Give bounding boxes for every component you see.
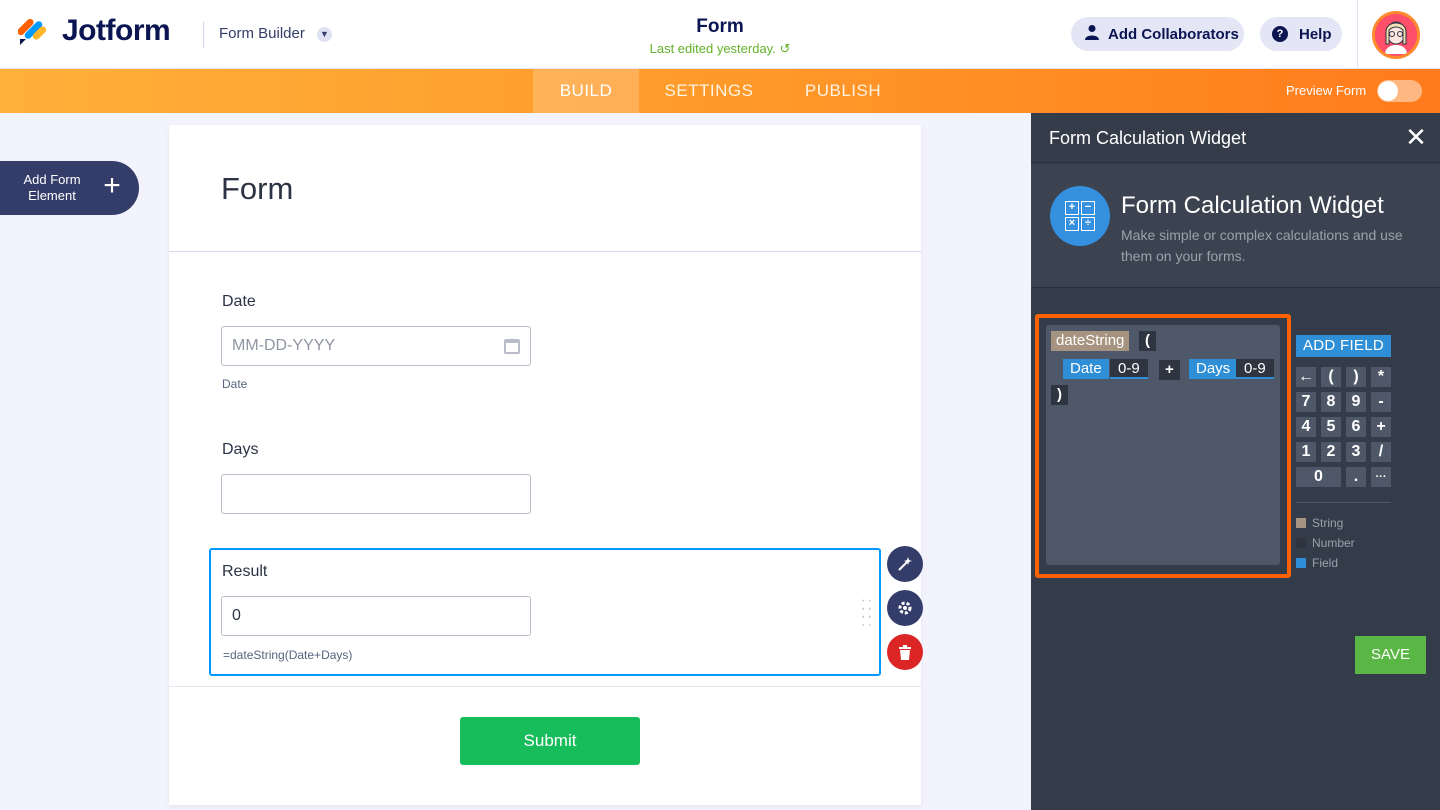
gear-icon[interactable] (887, 590, 923, 626)
key-open-paren[interactable]: ( (1321, 367, 1341, 387)
preview-form-label: Preview Form (1286, 83, 1367, 98)
legend-string: String (1296, 516, 1343, 530)
chevron-down-icon[interactable]: ▼ (317, 27, 332, 42)
legend-separator (1296, 502, 1391, 503)
key-5[interactable]: 5 (1321, 417, 1341, 437)
add-field-button[interactable]: ADD FIELD (1296, 335, 1391, 357)
revert-icon: ↺ (779, 41, 791, 56)
plus-icon: + (103, 169, 121, 202)
builder-nav-bar: BUILD SETTINGS PUBLISH (0, 69, 1440, 113)
calendar-icon[interactable] (504, 339, 520, 354)
key-backspace[interactable]: ← (1296, 367, 1316, 387)
key-1[interactable]: 1 (1296, 442, 1316, 462)
key-more[interactable]: ··· (1371, 467, 1391, 487)
form-heading[interactable]: Form (221, 171, 293, 207)
calculator-icon: + − × ÷ (1050, 186, 1110, 246)
add-collaborators-label: Add Collaborators (1108, 25, 1239, 43)
legend-swatch-field (1296, 558, 1306, 568)
form-builder-label[interactable]: Form Builder (219, 25, 305, 42)
formula-editor[interactable]: dateString ( Date 0-9 + Days 0-9 ) (1046, 325, 1280, 565)
trash-icon[interactable] (887, 634, 923, 670)
header-divider (203, 22, 204, 48)
open-paren-token[interactable]: ( (1139, 331, 1156, 351)
submit-separator (169, 686, 921, 687)
magic-wand-icon[interactable] (887, 546, 923, 582)
date-sublabel: Date (222, 377, 248, 391)
days-field-label[interactable]: Days (222, 441, 258, 459)
tab-build[interactable]: BUILD (533, 69, 639, 113)
preview-form-toggle[interactable] (1377, 80, 1422, 102)
legend-string-label: String (1312, 516, 1344, 530)
date-input[interactable]: MM-DD-YYYY (221, 326, 531, 366)
form-header-separator (169, 251, 921, 252)
drag-handle-icon[interactable]: ⁚⁚ ⁚⁚ ⁚⁚ (861, 598, 873, 628)
key-close-paren[interactable]: ) (1346, 367, 1366, 387)
legend-number: Number (1296, 536, 1355, 550)
key-9[interactable]: 9 (1346, 392, 1366, 412)
tab-settings[interactable]: SETTINGS (648, 69, 770, 113)
add-form-element-button[interactable]: Add Form Element + (0, 161, 139, 215)
help-button[interactable]: ? Help (1260, 17, 1342, 51)
add-collaborators-button[interactable]: Add Collaborators (1071, 17, 1244, 51)
result-formula-sublabel: =dateString(Date+Days) (223, 648, 353, 662)
save-button[interactable]: SAVE (1355, 636, 1426, 674)
user-icon (1085, 24, 1099, 44)
question-icon: ? (1272, 26, 1288, 42)
form-title[interactable]: Form (620, 16, 820, 38)
last-edited-text: Last edited yesterday. (649, 41, 776, 56)
header-divider-right (1357, 0, 1358, 69)
result-field-label[interactable]: Result (222, 563, 267, 581)
plus-operator-token[interactable]: + (1159, 360, 1180, 380)
key-2[interactable]: 2 (1321, 442, 1341, 462)
panel-header: Form Calculation Widget ✕ (1031, 113, 1440, 163)
result-input[interactable]: 0 (221, 596, 531, 636)
date-input-placeholder: MM-DD-YYYY (232, 337, 336, 354)
key-minus[interactable]: - (1371, 392, 1391, 412)
key-plus[interactable]: + (1371, 417, 1391, 437)
close-paren-token[interactable]: ) (1051, 385, 1068, 405)
tab-publish[interactable]: PUBLISH (790, 69, 896, 113)
key-multiply[interactable]: * (1371, 367, 1391, 387)
widget-info: + − × ÷ Form Calculation Widget Make simpl… (1031, 164, 1440, 288)
key-3[interactable]: 3 (1346, 442, 1366, 462)
widget-name: Form Calculation Widget (1121, 192, 1384, 219)
avatar[interactable] (1372, 11, 1420, 59)
legend-field-label: Field (1312, 556, 1339, 570)
key-0[interactable]: 0 (1296, 467, 1341, 487)
top-header: Jotform Form Builder ▼ Form Last edited … (0, 0, 1440, 69)
key-divide[interactable]: / (1371, 442, 1391, 462)
panel-title: Form Calculation Widget (1049, 128, 1247, 148)
key-6[interactable]: 6 (1346, 417, 1366, 437)
brand-name[interactable]: Jotform (62, 14, 171, 48)
days-input[interactable] (221, 474, 531, 514)
legend-swatch-string (1296, 518, 1306, 528)
days-field-token[interactable]: Days (1189, 359, 1238, 379)
add-form-element-label: Add Form Element (23, 172, 81, 203)
widget-description: Make simple or complex calculations and … (1121, 227, 1403, 264)
date-field-token[interactable]: Date (1063, 359, 1109, 379)
function-token[interactable]: dateString (1051, 331, 1130, 351)
days-field-range[interactable]: 0-9 (1236, 359, 1274, 379)
last-edited-status[interactable]: Last edited yesterday. ↺ (600, 41, 840, 57)
legend-number-label: Number (1312, 536, 1355, 550)
date-field-range[interactable]: 0-9 (1110, 359, 1148, 379)
key-4[interactable]: 4 (1296, 417, 1316, 437)
help-label: Help (1299, 25, 1332, 43)
key-decimal[interactable]: . (1346, 467, 1366, 487)
jotform-logo-icon[interactable] (17, 15, 48, 47)
key-7[interactable]: 7 (1296, 392, 1316, 412)
close-icon[interactable]: ✕ (1404, 123, 1428, 151)
legend-swatch-number (1296, 538, 1306, 548)
form-canvas: Form Date MM-DD-YYYY Date Days Result 0 … (169, 125, 921, 805)
toggle-knob (1378, 81, 1398, 101)
key-8[interactable]: 8 (1321, 392, 1341, 412)
date-field-label[interactable]: Date (222, 293, 256, 311)
legend-field: Field (1296, 556, 1338, 570)
submit-button[interactable]: Submit (460, 717, 640, 765)
